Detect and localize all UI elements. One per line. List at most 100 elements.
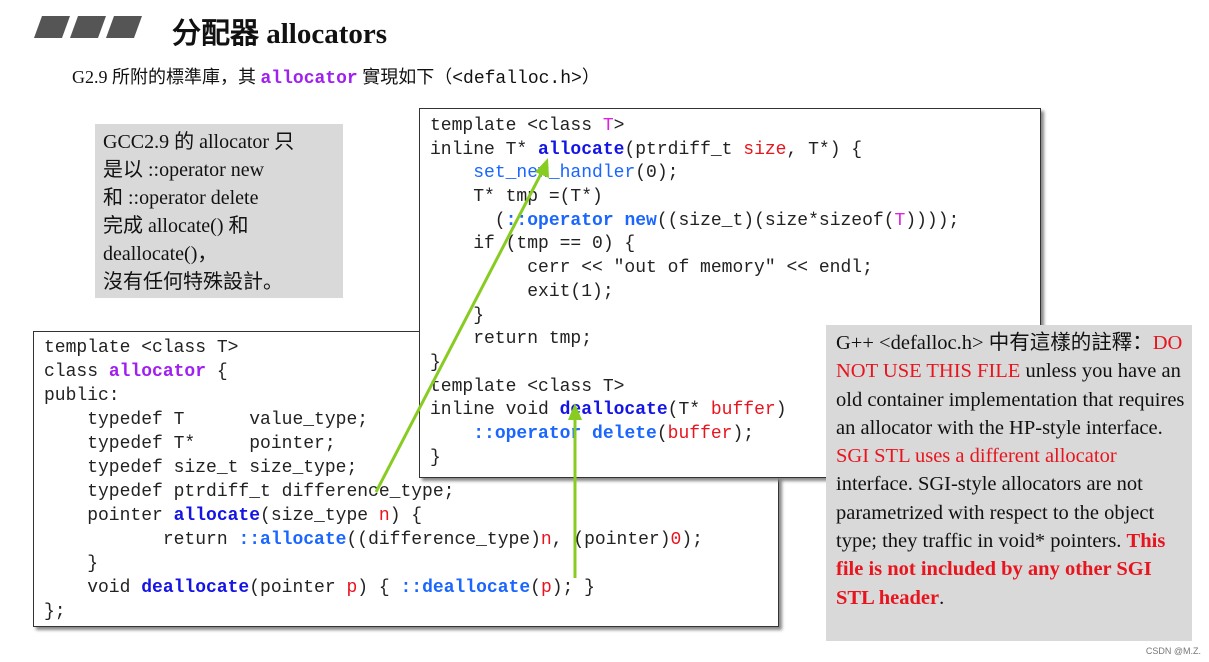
code-token: );	[732, 423, 755, 444]
code-token: template <class T>	[430, 376, 625, 397]
code-token: );	[681, 530, 703, 550]
code-token-highlight: allocate	[538, 139, 625, 160]
note-line: 是以 ::operator new	[103, 159, 265, 181]
code-token: , (pointer)	[551, 530, 671, 550]
code-token: exit(1);	[430, 281, 614, 302]
code-token: ) {	[389, 506, 423, 526]
code-token-highlight: buffer	[667, 423, 733, 444]
code-line: cerr << "out of memory" << endl;	[430, 257, 1040, 281]
subtitle-middle: 實現如下（	[357, 67, 453, 87]
code-token: (	[530, 578, 541, 598]
code-token: (ptrdiff_t	[624, 139, 744, 160]
code-token-highlight: p	[346, 578, 358, 598]
code-token-highlight: T	[602, 116, 614, 136]
code-line: inline T* allocate(ptrdiff_t size, T*) {	[430, 139, 1040, 163]
subtitle-prefix: G2.9 所附的標準庫，其	[72, 67, 261, 87]
code-token-highlight: set_new_handler	[473, 163, 636, 184]
note-right: G++ <defalloc.h> 中有這樣的註釋：DO NOT USE THIS…	[826, 325, 1192, 641]
code-token-highlight: buffer	[710, 400, 776, 421]
code-line: exit(1);	[430, 281, 1040, 305]
code-token: ((size_t)(size*sizeof(	[656, 210, 895, 231]
code-token: typedef T value_type;	[44, 410, 369, 430]
code-line: void deallocate(pointer p) { ::deallocat…	[44, 576, 778, 600]
code-token: , T*) {	[786, 139, 863, 160]
title-decoration-stripe	[69, 16, 107, 38]
code-token: >	[613, 116, 625, 136]
code-token: typedef T* pointer;	[44, 434, 336, 454]
code-token: )	[775, 400, 787, 421]
code-token-highlight: allocate	[173, 506, 261, 526]
code-line: typedef ptrdiff_t difference_type;	[44, 480, 778, 504]
code-line: if (tmp == 0) {	[430, 233, 1040, 257]
code-token-highlight: ::operator new	[505, 210, 657, 231]
code-token: void	[44, 578, 142, 598]
code-line: };	[44, 600, 778, 624]
code-token: ); }	[551, 578, 595, 598]
code-token: inline void	[430, 400, 560, 421]
note-line: GCC2.9 的 allocator 只	[103, 131, 295, 153]
subtitle-keyword: allocator	[260, 69, 358, 89]
note-warning: SGI STL uses a different allocator	[836, 445, 1117, 468]
slide-subtitle: G2.9 所附的標準庫，其 allocator 實現如下（<defalloc.h…	[72, 63, 600, 89]
code-token: }	[430, 352, 441, 373]
code-token-highlight: n	[540, 530, 552, 550]
title-decoration-stripe	[33, 16, 71, 38]
code-token: }	[430, 447, 441, 468]
subtitle-file: <defalloc.h>	[452, 69, 582, 89]
code-token: ((difference_type)	[346, 530, 541, 550]
code-token: }	[430, 305, 485, 326]
code-token-highlight: 0	[670, 530, 682, 550]
code-token: typedef size_t size_type;	[44, 458, 358, 478]
code-line: }	[44, 552, 778, 576]
code-token: (0);	[635, 163, 679, 184]
code-token: (	[656, 423, 668, 444]
code-token: (size_type	[260, 506, 379, 526]
code-token: class	[44, 362, 109, 382]
code-token-highlight: p	[540, 578, 552, 598]
note-line: 完成 allocate() 和	[103, 215, 249, 237]
code-line: pointer allocate(size_type n) {	[44, 504, 778, 528]
code-token: typedef ptrdiff_t difference_type;	[44, 482, 455, 502]
code-token: (T*	[667, 400, 711, 421]
code-token: return tmp;	[430, 329, 593, 350]
slide-title: 分配器 allocators	[172, 18, 388, 50]
code-token-highlight: allocator	[108, 362, 207, 382]
note-text: .	[939, 586, 945, 609]
code-token: }	[44, 554, 99, 574]
code-line: set_new_handler(0);	[430, 162, 1040, 186]
note-line: 和 ::operator delete	[103, 187, 259, 209]
note-line: deallocate()，	[103, 243, 218, 265]
code-token: template <class	[430, 116, 603, 136]
code-token: T* tmp =(T*)	[430, 187, 603, 208]
code-token-highlight: deallocate	[559, 400, 668, 421]
code-token: ))));	[905, 210, 960, 231]
code-token-highlight: ::allocate	[238, 530, 347, 550]
code-token-highlight: size	[743, 139, 787, 160]
code-token: ) {	[357, 578, 401, 598]
code-token: template <class T>	[44, 338, 239, 358]
note-line: 沒有任何特殊設計。	[103, 271, 283, 293]
code-token-highlight: n	[378, 506, 390, 526]
code-token: if (tmp == 0) {	[430, 234, 636, 255]
code-token: };	[44, 602, 66, 622]
note-text: G++ <defalloc.h> 中有這樣的註釋：	[836, 332, 1153, 354]
code-token-highlight: ::operator delete	[473, 423, 657, 444]
code-line: (::operator new((size_t)(size*sizeof(T))…	[430, 210, 1040, 234]
title-decoration-stripe	[105, 16, 143, 38]
note-left: GCC2.9 的 allocator 只 是以 ::operator new 和…	[95, 124, 343, 298]
code-token: (pointer	[249, 578, 347, 598]
code-line: T* tmp =(T*)	[430, 186, 1040, 210]
code-line: return ::allocate((difference_type)n, (p…	[44, 528, 778, 552]
code-token: public:	[44, 386, 120, 406]
code-token-highlight: deallocate	[141, 578, 250, 598]
code-token: pointer	[44, 506, 174, 526]
code-token: inline T*	[430, 139, 539, 160]
code-line: template <class T>	[430, 115, 1040, 139]
code-token: (	[430, 210, 506, 231]
code-token-highlight: ::deallocate	[400, 578, 531, 598]
code-token: return	[44, 530, 239, 550]
credit-text: CSDN @M.Z.	[1145, 646, 1201, 656]
note-text: interface. SGI-style allocators are not …	[836, 473, 1155, 553]
